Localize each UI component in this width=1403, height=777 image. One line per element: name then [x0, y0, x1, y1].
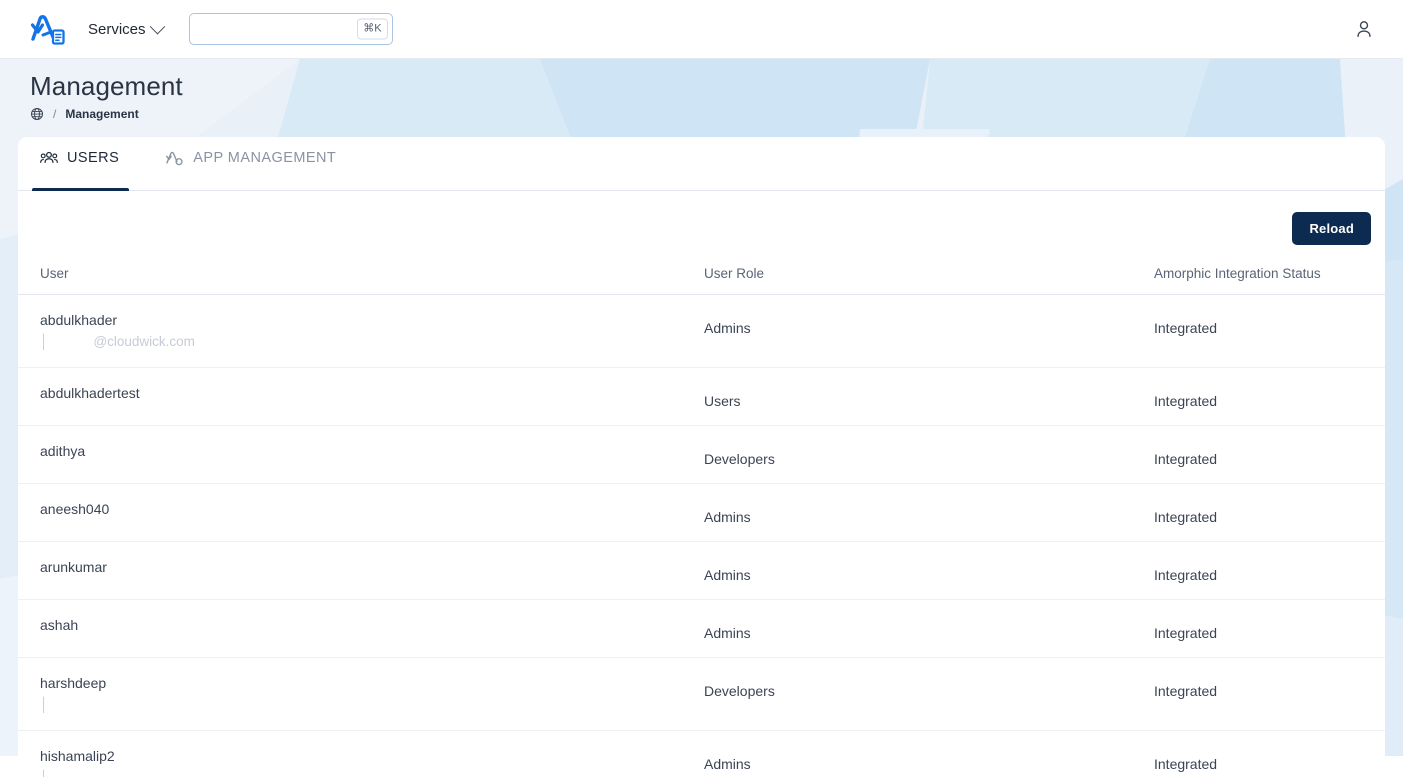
- tab-users[interactable]: USERS: [32, 137, 129, 190]
- cell-integration-status: Integrated: [1144, 658, 1385, 731]
- table-row[interactable]: abdulkhadertest Users Integrated: [18, 368, 1385, 426]
- services-menu-button[interactable]: Services: [84, 15, 167, 44]
- cell-user-role: Admins: [694, 731, 1144, 777]
- column-header-status[interactable]: Amorphic Integration Status: [1144, 256, 1385, 295]
- cell-username: arunkumar: [40, 558, 684, 577]
- cell-integration-status: Integrated: [1144, 295, 1385, 368]
- tab-bar: USERS APP MANAGEMENT: [18, 137, 1385, 191]
- cell-user-role: Developers: [694, 426, 1144, 484]
- cell-user-role: Users: [694, 368, 1144, 426]
- cell-user-role: Admins: [694, 542, 1144, 600]
- table-row[interactable]: hishamalip2 │ Admins Integrated: [18, 731, 1385, 777]
- cell-user-email: │: [40, 768, 684, 777]
- chevron-down-icon: [149, 18, 165, 34]
- breadcrumb-separator: /: [53, 107, 56, 121]
- amorphic-logo-icon[interactable]: [28, 10, 68, 48]
- user-account-icon[interactable]: [1347, 12, 1381, 46]
- cell-user-role: Admins: [694, 484, 1144, 542]
- cell-user-email: │ @cloudwick.com: [40, 332, 684, 351]
- table-toolbar: Reload: [18, 191, 1385, 245]
- table-row[interactable]: aneesh040 Admins Integrated: [18, 484, 1385, 542]
- users-table-body: abdulkhader │ @cloudwick.com Admins Inte…: [18, 295, 1385, 777]
- cell-username: adithya: [40, 442, 684, 461]
- cell-user-role: Developers: [694, 658, 1144, 731]
- tab-app-management[interactable]: APP MANAGEMENT: [157, 137, 346, 190]
- users-group-icon: [40, 150, 58, 166]
- users-table-head: User User Role Amorphic Integration Stat…: [18, 256, 1385, 295]
- cell-username: abdulkhader: [40, 311, 684, 330]
- cell-integration-status: Integrated: [1144, 542, 1385, 600]
- tab-users-label: USERS: [67, 150, 119, 166]
- column-header-user[interactable]: User: [18, 256, 694, 295]
- services-label: Services: [88, 21, 146, 38]
- table-row[interactable]: abdulkhader │ @cloudwick.com Admins Inte…: [18, 295, 1385, 368]
- top-navigation-bar: Services ⌘K: [0, 0, 1403, 59]
- cell-username: ashah: [40, 616, 684, 635]
- tab-app-management-label: APP MANAGEMENT: [193, 150, 336, 166]
- cell-username: aneesh040: [40, 500, 684, 519]
- cell-user-role: Admins: [694, 295, 1144, 368]
- cell-user-role: Admins: [694, 600, 1144, 658]
- cell-integration-status: Integrated: [1144, 731, 1385, 777]
- page-title: Management: [30, 69, 1403, 103]
- cell-integration-status: Integrated: [1144, 484, 1385, 542]
- app-management-icon: [165, 150, 184, 166]
- search-shortcut-badge: ⌘K: [357, 19, 387, 40]
- users-table: User User Role Amorphic Integration Stat…: [18, 256, 1385, 777]
- table-row[interactable]: ashah Admins Integrated: [18, 600, 1385, 658]
- globe-icon[interactable]: [30, 107, 44, 121]
- page-hero: Management / Management: [0, 59, 1403, 137]
- table-row[interactable]: harshdeep │ Developers Integrated: [18, 658, 1385, 731]
- global-search: ⌘K: [189, 13, 393, 45]
- cell-integration-status: Integrated: [1144, 368, 1385, 426]
- cell-integration-status: Integrated: [1144, 600, 1385, 658]
- breadcrumb: / Management: [30, 107, 1403, 121]
- table-header-row: User User Role Amorphic Integration Stat…: [18, 256, 1385, 295]
- cell-user-email: │: [40, 695, 684, 714]
- table-row[interactable]: adithya Developers Integrated: [18, 426, 1385, 484]
- breadcrumb-current[interactable]: Management: [65, 107, 138, 121]
- column-header-role[interactable]: User Role: [694, 256, 1144, 295]
- main-content-card: USERS APP MANAGEMENT Reload User User Ro…: [18, 137, 1385, 777]
- cell-integration-status: Integrated: [1144, 426, 1385, 484]
- cell-username: harshdeep: [40, 674, 684, 693]
- cell-username: abdulkhadertest: [40, 384, 684, 403]
- table-row[interactable]: arunkumar Admins Integrated: [18, 542, 1385, 600]
- reload-button[interactable]: Reload: [1292, 212, 1371, 245]
- cell-username: hishamalip2: [40, 747, 684, 766]
